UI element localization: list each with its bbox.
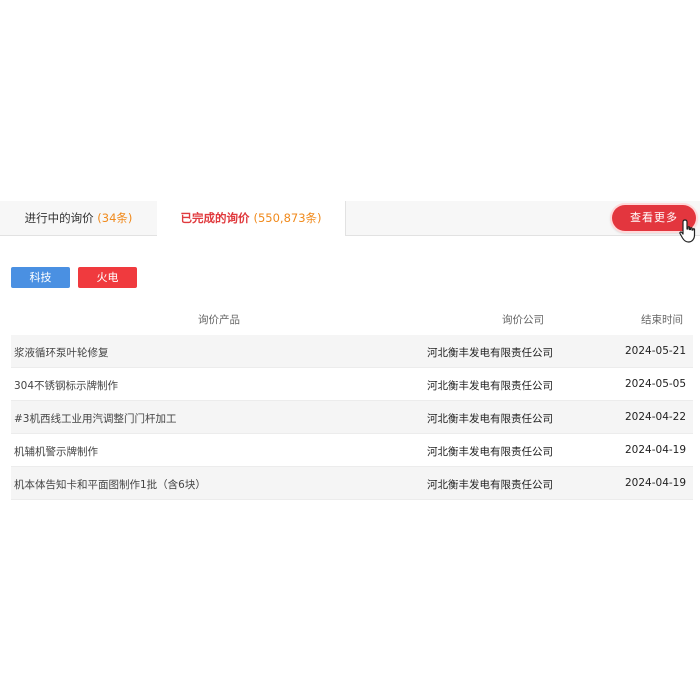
tag-technology[interactable]: 科技: [11, 267, 70, 288]
row-product: 机本体告知卡和平面图制作1批（含6块）: [14, 479, 206, 491]
header-product: 询价产品: [198, 314, 240, 326]
row-product: #3机西线工业用汽调整门门杆加工: [14, 413, 177, 425]
row-date: 2024-05-21: [625, 345, 687, 357]
row-product: 浆液循环泵叶轮修复: [14, 347, 109, 359]
tab-completed-label: 已完成的询价: [180, 211, 250, 225]
tab-completed-count: (550,873条): [253, 211, 322, 225]
tab-ongoing-count: (34条): [97, 211, 133, 225]
inquiry-tabs: 进行中的询价 (34条) 已完成的询价 (550,873条): [0, 201, 700, 236]
table-header: 询价产品 询价公司 结束时间: [11, 304, 693, 332]
row-date: 2024-05-05: [625, 378, 687, 390]
row-company: 河北衡丰发电有限责任公司: [427, 380, 553, 392]
table-row[interactable]: 浆液循环泵叶轮修复 河北衡丰发电有限责任公司 2024-05-21: [11, 335, 693, 368]
tab-ongoing-label: 进行中的询价: [24, 211, 94, 225]
table-row[interactable]: 机辅机警示牌制作 河北衡丰发电有限责任公司 2024-04-19: [11, 434, 693, 467]
inquiry-table: 浆液循环泵叶轮修复 河北衡丰发电有限责任公司 2024-05-21 304不锈钢…: [11, 335, 693, 500]
table-row[interactable]: 304不锈钢标示牌制作 河北衡丰发电有限责任公司 2024-05-05: [11, 368, 693, 401]
row-date: 2024-04-19: [625, 444, 687, 456]
table-row[interactable]: #3机西线工业用汽调整门门杆加工 河北衡丰发电有限责任公司 2024-04-22: [11, 401, 693, 434]
header-company: 询价公司: [502, 314, 544, 326]
row-company: 河北衡丰发电有限责任公司: [427, 446, 553, 458]
row-company: 河北衡丰发电有限责任公司: [427, 347, 553, 359]
row-date: 2024-04-19: [625, 477, 687, 489]
row-product: 机辅机警示牌制作: [14, 446, 98, 458]
row-company: 河北衡丰发电有限责任公司: [427, 413, 553, 425]
tab-ongoing-inquiries[interactable]: 进行中的询价 (34条): [0, 201, 158, 235]
hand-pointer-icon: [679, 219, 696, 243]
tab-completed-inquiries[interactable]: 已完成的询价 (550,873条): [157, 201, 346, 236]
row-date: 2024-04-22: [625, 411, 687, 423]
table-row[interactable]: 机本体告知卡和平面图制作1批（含6块） 河北衡丰发电有限责任公司 2024-04…: [11, 467, 693, 500]
row-company: 河北衡丰发电有限责任公司: [427, 479, 553, 491]
header-end-time: 结束时间: [641, 314, 683, 326]
row-product: 304不锈钢标示牌制作: [14, 380, 119, 392]
tag-thermal-power[interactable]: 火电: [78, 267, 137, 288]
